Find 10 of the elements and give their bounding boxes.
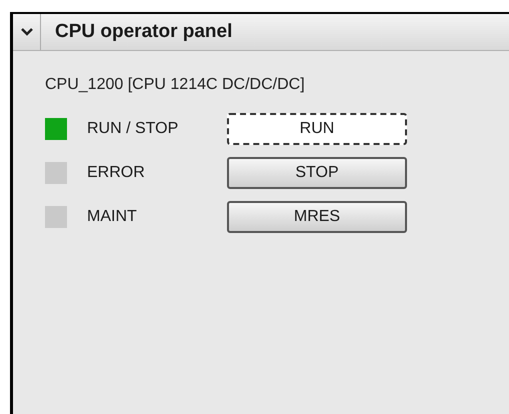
device-name: CPU_1200 [CPU 1214C DC/DC/DC] (45, 75, 306, 95)
panel-title: CPU operator panel (55, 20, 232, 44)
mode-button[interactable]: RUN (227, 113, 407, 145)
status-label: ERROR (87, 163, 146, 183)
mode-button[interactable]: MRES (227, 201, 407, 233)
chevron-icon[interactable] (20, 28, 32, 36)
panel-header[interactable]: CPU operator panel (13, 14, 509, 51)
status-label: RUN / STOP (87, 119, 180, 139)
status-label: MAINT (87, 207, 138, 227)
mode-button[interactable]: STOP (227, 157, 407, 189)
